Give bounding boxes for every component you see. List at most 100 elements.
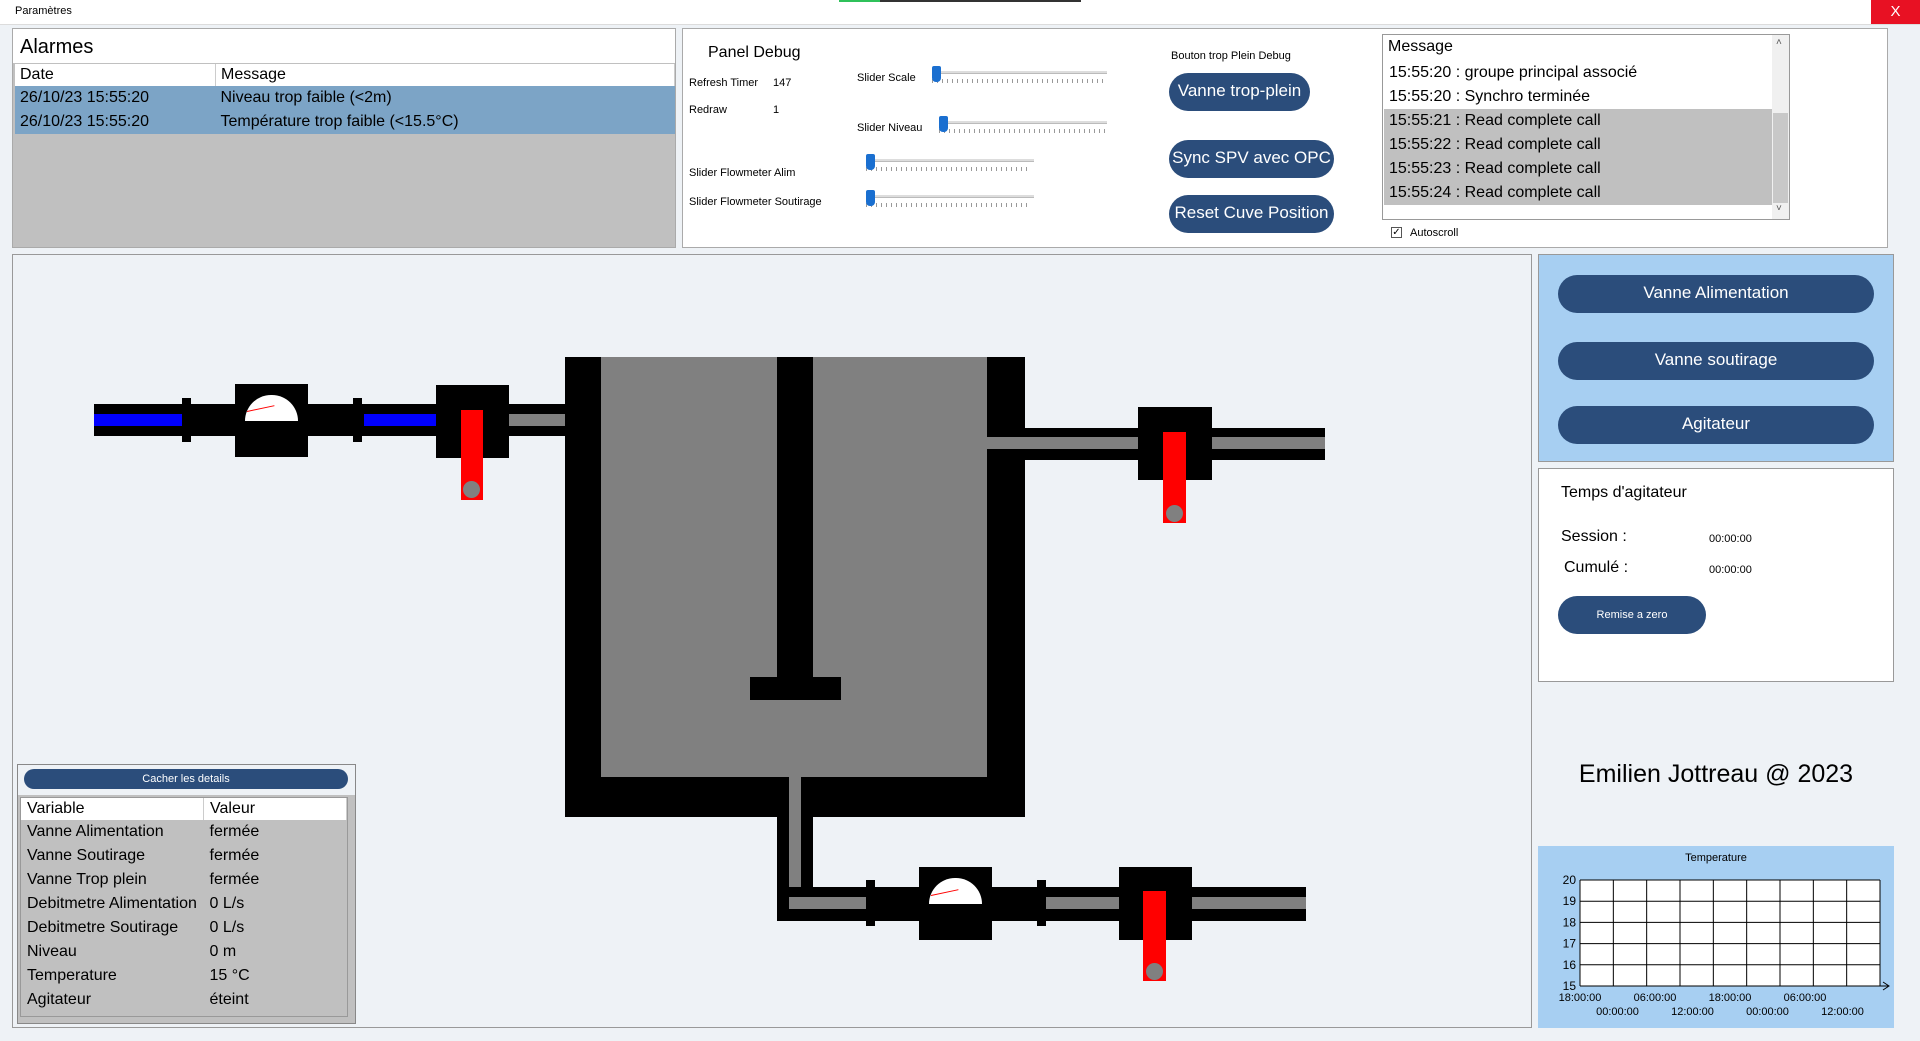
details-col-value[interactable]: Valeur — [203, 798, 347, 820]
variable-value: fermée — [209, 823, 260, 840]
message-log[interactable]: Message 15:55:20 : groupe principal asso… — [1382, 34, 1790, 220]
x-tick-label: 00:00:00 — [1746, 1006, 1789, 1018]
slider-thumb[interactable] — [939, 116, 948, 132]
refresh-timer-label: Refresh Timer — [689, 77, 759, 89]
details-table[interactable]: Variable Valeur Vanne Alimentation fermée… — [21, 798, 347, 1012]
table-row[interactable]: 26/10/23 15:55:20 Température trop faibl… — [15, 110, 675, 134]
valve-knob-icon — [1166, 505, 1183, 522]
table-row[interactable]: Temperature 15 °C — [21, 964, 347, 988]
sync-spv-opc-button[interactable]: Sync SPV avec OPC — [1169, 140, 1334, 178]
variable-name: Debitmetre Soutirage — [27, 919, 179, 936]
cumul-label: Cumulé : — [1564, 559, 1629, 576]
alarm-date: 26/10/23 15:55:20 — [15, 110, 216, 134]
redraw-value: 1 — [773, 104, 780, 116]
debug-title: Panel Debug — [708, 44, 801, 61]
alarms-col-message[interactable]: Message — [215, 64, 675, 86]
feed-valve-button[interactable]: Vanne Alimentation — [1558, 275, 1874, 313]
alarms-panel — [12, 28, 676, 248]
log-scrollbar[interactable]: ˄ ˅ — [1772, 35, 1789, 219]
agitator-shaft — [777, 357, 813, 687]
progress-fill — [839, 0, 881, 2]
x-tick-label: 18:00:00 — [1709, 992, 1752, 1004]
overflow-valve-button[interactable]: Vanne trop-plein — [1169, 73, 1310, 111]
plot-area — [1580, 880, 1880, 986]
pipe-flange — [182, 398, 191, 442]
title-bar: Paramètres X — [0, 0, 1920, 25]
table-row[interactable]: Debitmetre Soutirage 0 L/s — [21, 916, 347, 940]
log-list[interactable]: 15:55:20 : groupe principal associé 15:5… — [1384, 61, 1772, 205]
author-credit: Emilien Jottreau @ 2023 — [1578, 760, 1854, 788]
inlet-flowmeter[interactable] — [235, 384, 308, 457]
y-tick-label: 20 — [1563, 873, 1577, 887]
x-tick-label: 06:00:00 — [1634, 992, 1677, 1004]
list-item[interactable]: 15:55:24 : Read complete call — [1384, 181, 1772, 205]
variable-value: 0 L/s — [209, 919, 245, 936]
list-item[interactable]: 15:55:20 : groupe principal associé — [1384, 61, 1772, 85]
list-item[interactable]: 15:55:21 : Read complete call — [1384, 109, 1772, 133]
table-row[interactable]: Vanne Alimentation fermée — [21, 820, 347, 844]
reset-tank-position-button[interactable]: Reset Cuve Position — [1169, 195, 1334, 233]
variable-value: 0 L/s — [209, 895, 245, 912]
alarms-header-bg — [13, 29, 675, 63]
variable-name: Agitateur — [27, 991, 92, 1008]
variable-name: Vanne Alimentation — [27, 823, 164, 840]
outlet-flow-gray — [1045, 897, 1119, 909]
close-button[interactable]: X — [1871, 0, 1920, 24]
scroll-down-icon[interactable]: ˅ — [1776, 203, 1782, 214]
gauge-icon — [929, 878, 982, 904]
reset-timer-button[interactable]: Remise a zero — [1558, 596, 1706, 634]
slider-flowmeter-soutirage[interactable] — [866, 190, 1034, 210]
alarms-table[interactable]: Date Message 26/10/23 15:55:20 Niveau tr… — [15, 64, 675, 134]
outlet-flow-gray — [1192, 897, 1306, 909]
y-tick-label: 19 — [1563, 894, 1577, 908]
temperature-chart: Temperature 20 19 18 17 16 15 18:00:00 06:00:00… — [1538, 846, 1894, 1028]
autoscroll-checkbox[interactable]: ✓ — [1391, 227, 1402, 238]
slider-thumb[interactable] — [866, 154, 875, 170]
cumul-value: 00:00:00 — [1709, 564, 1752, 576]
slider-flowmeter-alim[interactable] — [866, 154, 1034, 174]
session-label: Session : — [1561, 528, 1627, 545]
valve-knob-icon — [463, 481, 480, 498]
table-row[interactable]: Agitateur éteint — [21, 988, 347, 1012]
table-row[interactable]: Vanne Trop plein fermée — [21, 868, 347, 892]
table-row[interactable]: Debitmetre Alimentation 0 L/s — [21, 892, 347, 916]
table-row[interactable]: Vanne Soutirage fermée — [21, 844, 347, 868]
y-tick-label: 17 — [1563, 937, 1577, 951]
slider-scale[interactable] — [932, 66, 1107, 86]
agitator-button[interactable]: Agitateur — [1558, 406, 1874, 444]
outlet-flowmeter[interactable] — [919, 867, 992, 940]
window-title: Paramètres — [15, 5, 72, 17]
autoscroll-label: Autoscroll — [1410, 227, 1459, 239]
y-tick-label: 18 — [1563, 915, 1577, 929]
details-col-variable[interactable]: Variable — [21, 798, 204, 820]
list-item[interactable]: 15:55:20 : Synchro terminée — [1384, 85, 1772, 109]
list-item[interactable]: 15:55:22 : Read complete call — [1384, 133, 1772, 157]
drain-valve-button[interactable]: Vanne soutirage — [1558, 342, 1874, 380]
list-item[interactable]: 15:55:23 : Read complete call — [1384, 157, 1772, 181]
table-row[interactable]: 26/10/23 15:55:20 Niveau trop faible (<2… — [15, 86, 675, 110]
table-row[interactable]: Niveau 0 m — [21, 940, 347, 964]
agitator-time-title: Temps d'agitateur — [1561, 484, 1687, 501]
redraw-label: Redraw — [689, 104, 727, 116]
alarm-date: 26/10/23 15:55:20 — [15, 86, 216, 110]
alarms-col-date[interactable]: Date — [15, 64, 216, 86]
slider-niveau[interactable] — [939, 116, 1107, 136]
variable-value: 0 m — [209, 943, 237, 960]
pipe-flange — [353, 398, 362, 442]
toggle-details-button[interactable]: Cacher les details — [24, 769, 348, 789]
session-value: 00:00:00 — [1709, 533, 1752, 545]
outlet-flow-gray — [789, 897, 867, 909]
scroll-up-icon[interactable]: ˄ — [1776, 37, 1782, 48]
variable-name: Temperature — [27, 967, 117, 984]
slider-alim-label: Slider Flowmeter Alim — [689, 167, 796, 179]
scrollbar-thumb[interactable] — [1773, 113, 1788, 203]
y-tick-label: 16 — [1563, 958, 1577, 972]
x-tick-label: 18:00:00 — [1559, 992, 1602, 1004]
slider-soutirage-label: Slider Flowmeter Soutirage — [689, 196, 822, 208]
variable-name: Vanne Soutirage — [27, 847, 146, 864]
slider-thumb[interactable] — [866, 190, 875, 206]
variable-value: 15 °C — [209, 967, 250, 984]
slider-thumb[interactable] — [932, 66, 941, 82]
x-tick-label: 12:00:00 — [1821, 1006, 1864, 1018]
slider-niveau-label: Slider Niveau — [857, 122, 923, 134]
